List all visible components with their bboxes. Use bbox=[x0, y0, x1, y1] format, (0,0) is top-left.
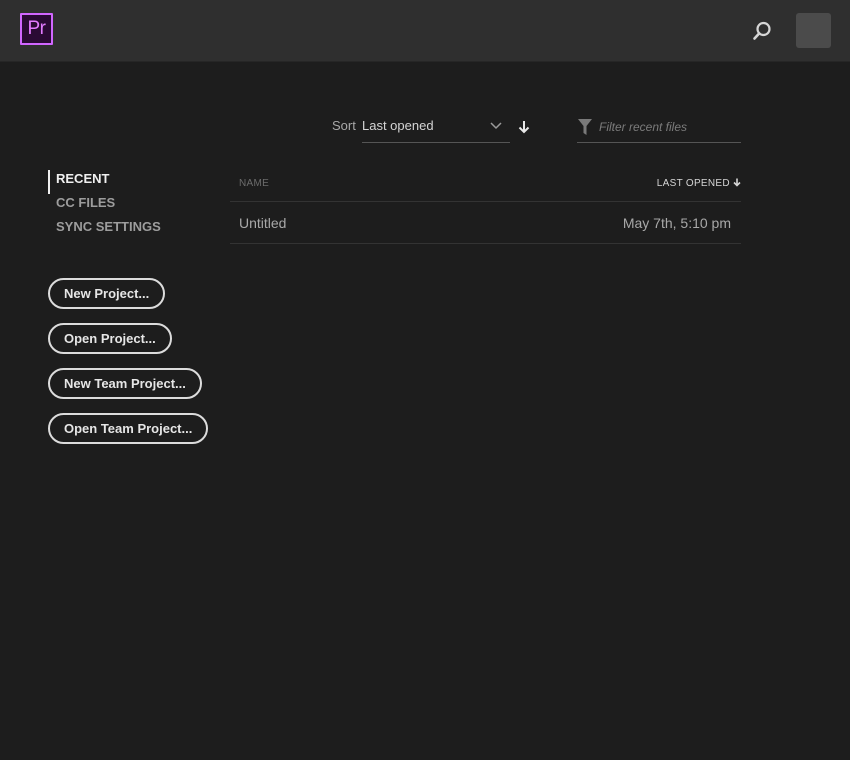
open-project-button[interactable]: Open Project... bbox=[48, 323, 172, 354]
premiere-pro-logo: Pr bbox=[20, 13, 53, 45]
open-team-project-button[interactable]: Open Team Project... bbox=[48, 413, 209, 444]
sidebar-item-sync-settings[interactable]: SYNC SETTINGS bbox=[48, 218, 161, 242]
table-header: NAME LAST OPENED bbox=[230, 168, 741, 202]
sort-arrow-down-icon bbox=[733, 178, 741, 187]
search-icon[interactable] bbox=[748, 17, 776, 45]
sidebar-nav: RECENT CC FILES SYNC SETTINGS bbox=[48, 170, 161, 242]
sort-dropdown[interactable]: Last opened bbox=[362, 113, 510, 143]
filter-field bbox=[577, 113, 741, 143]
filter-input[interactable] bbox=[599, 117, 739, 137]
sidebar-item-recent[interactable]: RECENT bbox=[48, 170, 161, 194]
file-name: Untitled bbox=[239, 215, 287, 231]
project-actions: New Project... Open Project... New Team … bbox=[48, 278, 209, 458]
column-header-last-opened[interactable]: LAST OPENED bbox=[657, 178, 741, 189]
column-header-name[interactable]: NAME bbox=[239, 178, 269, 189]
new-project-button[interactable]: New Project... bbox=[48, 278, 166, 309]
new-team-project-button[interactable]: New Team Project... bbox=[48, 368, 202, 399]
file-last-opened: May 7th, 5:10 pm bbox=[622, 215, 731, 231]
sort-direction-arrow-icon[interactable] bbox=[517, 119, 531, 135]
recent-files-table: NAME LAST OPENED Untitled May 7th, 5:10 … bbox=[230, 168, 741, 244]
sort-selected-value: Last opened bbox=[362, 118, 434, 133]
funnel-icon bbox=[578, 119, 592, 135]
column-header-last-opened-label: LAST OPENED bbox=[656, 178, 730, 189]
sort-label: Sort bbox=[332, 118, 356, 133]
sidebar-item-cc-files[interactable]: CC FILES bbox=[48, 194, 161, 218]
user-avatar[interactable] bbox=[796, 13, 831, 48]
top-bar: Pr bbox=[0, 0, 850, 62]
chevron-down-icon bbox=[490, 122, 502, 130]
table-row[interactable]: Untitled May 7th, 5:10 pm bbox=[230, 202, 741, 244]
